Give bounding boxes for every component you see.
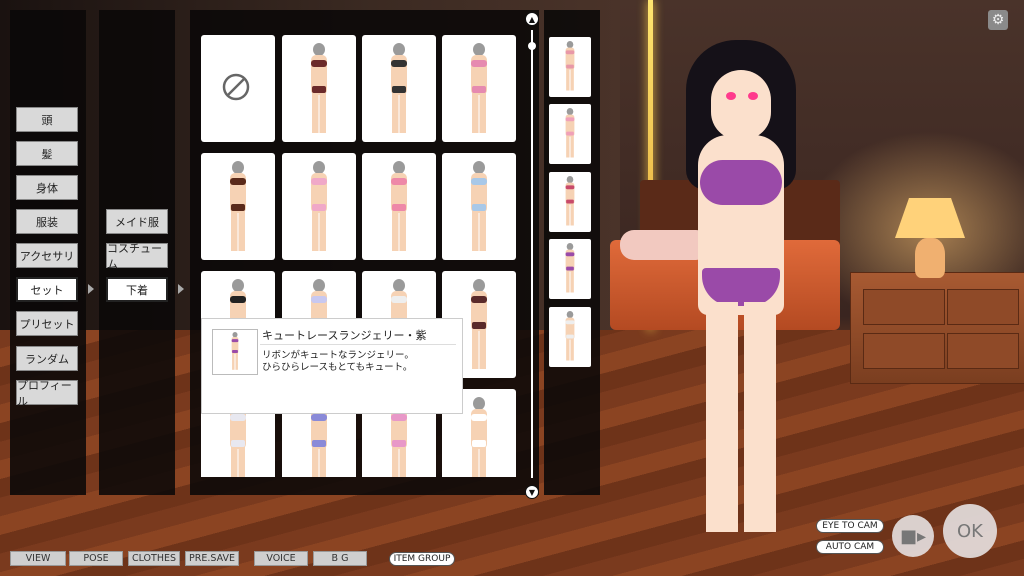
- history-thumb-3[interactable]: [549, 239, 591, 299]
- item-cell-1[interactable]: [282, 35, 356, 142]
- item-cell-5[interactable]: [282, 153, 356, 260]
- eye-to-cam-button[interactable]: EYE TO CAM: [816, 519, 884, 533]
- tooltip-title: キュートレースランジェリー・紫: [262, 329, 427, 342]
- item-cell-3[interactable]: [442, 35, 516, 142]
- no-entry-icon: [222, 73, 250, 101]
- menu-button-3[interactable]: PRE.SAVE: [185, 551, 239, 566]
- gear-icon[interactable]: ⚙: [988, 10, 1008, 30]
- history-thumb-2[interactable]: [549, 172, 591, 232]
- category-button-3[interactable]: 服装: [16, 209, 78, 234]
- history-thumb-4[interactable]: [549, 307, 591, 367]
- category-button-4[interactable]: アクセサリ: [16, 243, 78, 268]
- history-thumb-1[interactable]: [549, 104, 591, 164]
- tooltip-description: リボンがキュートなランジェリー。 ひらひらレースもとてもキュート。: [262, 350, 414, 373]
- menu-button-5[interactable]: B G: [313, 551, 367, 566]
- item-cell-4[interactable]: [201, 153, 275, 260]
- category-button-2[interactable]: 身体: [16, 175, 78, 200]
- subcategory-arrow-icon: [178, 284, 184, 294]
- table-lamp: [895, 198, 965, 280]
- category-button-6[interactable]: プリセット: [16, 311, 78, 336]
- subcategory-button-0[interactable]: メイド服: [106, 209, 168, 234]
- item-cell-6[interactable]: [362, 153, 436, 260]
- category-button-0[interactable]: 頭: [16, 107, 78, 132]
- history-thumb-0[interactable]: [549, 37, 591, 97]
- category-button-5[interactable]: セット: [16, 277, 78, 302]
- history-thumbnails: [544, 10, 600, 495]
- menu-button-4[interactable]: VOICE: [254, 551, 308, 566]
- menu-button-1[interactable]: POSE: [69, 551, 123, 566]
- category-button-8[interactable]: プロフィール: [16, 379, 78, 408]
- category-arrow-icon: [88, 284, 94, 294]
- character-bra: [700, 160, 782, 205]
- arrow-down-icon[interactable]: ▼: [525, 485, 539, 499]
- arrow-up-icon[interactable]: ▲: [525, 12, 539, 26]
- video-camera-icon[interactable]: ■▸: [892, 515, 934, 557]
- category-button-1[interactable]: 髪: [16, 141, 78, 166]
- subcategory-button-1[interactable]: コスチューム: [106, 242, 168, 271]
- character-model[interactable]: [676, 40, 806, 540]
- subcategory-button-2[interactable]: 下着: [106, 277, 168, 302]
- ok-button[interactable]: OK: [943, 504, 997, 558]
- no-item-cell[interactable]: [201, 35, 275, 142]
- item-scrollbar[interactable]: ▲ ▼: [525, 12, 539, 499]
- item-cell-2[interactable]: [362, 35, 436, 142]
- item-group-button[interactable]: ITEM GROUP: [389, 552, 455, 566]
- dresser: [850, 272, 1024, 384]
- auto-cam-button[interactable]: AUTO CAM: [816, 540, 884, 554]
- item-cell-7[interactable]: [442, 153, 516, 260]
- scroll-knob[interactable]: [528, 42, 536, 50]
- menu-button-2[interactable]: CLOTHES: [128, 551, 180, 566]
- tooltip-thumbnail: [212, 329, 258, 375]
- category-button-7[interactable]: ランダム: [16, 346, 78, 371]
- menu-button-0[interactable]: VIEW: [10, 551, 66, 566]
- item-tooltip: キュートレースランジェリー・紫 リボンがキュートなランジェリー。 ひらひらレース…: [201, 318, 463, 414]
